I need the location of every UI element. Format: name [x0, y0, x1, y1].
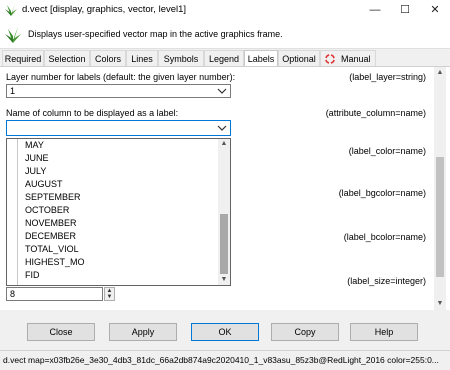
scroll-down-icon[interactable]: ▼ [436, 300, 444, 308]
maximize-button[interactable]: ☐ [390, 0, 420, 20]
label-size-param: (label_size=integer) [347, 276, 426, 286]
button-row: Close Apply OK Copy Help [0, 312, 450, 350]
list-item[interactable]: JUNE [25, 152, 49, 165]
status-bar: d.vect map=x03fb26e_3e30_4db3_81dc_66a2d… [0, 350, 450, 370]
panel-scrollbar[interactable]: ▲ ▼ [434, 67, 446, 310]
grass-leaf-icon [5, 4, 17, 16]
list-item[interactable]: FID [25, 269, 40, 282]
label-layer-label: Layer number for labels (default: the gi… [6, 72, 236, 82]
spin-down-icon[interactable]: ▼ [105, 294, 114, 300]
chevron-down-icon[interactable] [216, 123, 228, 133]
description-banner: Displays user-specified vector map in th… [0, 20, 450, 49]
close-window-button[interactable]: ✕ [420, 0, 450, 20]
list-item[interactable]: MAY [25, 139, 44, 152]
chevron-down-icon[interactable] [216, 86, 228, 96]
help-button[interactable]: Help [350, 323, 418, 341]
label-color-param: (label_color=name) [348, 146, 426, 156]
window-title: d.vect [display, graphics, vector, level… [22, 4, 187, 15]
attribute-column-combo[interactable] [6, 120, 231, 136]
list-item[interactable]: HIGHEST_MO [25, 256, 85, 269]
tab-selection[interactable]: Selection [44, 50, 90, 66]
attribute-column-param: (attribute_column=name) [325, 108, 426, 118]
tab-symbols[interactable]: Symbols [158, 50, 204, 66]
tab-bar: Required Selection Colors Lines Symbols … [0, 50, 450, 67]
list-item[interactable]: NOVEMBER [25, 217, 77, 230]
tab-optional[interactable]: Optional [278, 50, 320, 66]
list-item[interactable]: AUGUST [25, 178, 63, 191]
copy-button[interactable]: Copy [271, 323, 339, 341]
label-bcolor-param: (label_bcolor=name) [343, 232, 426, 242]
dropdown-scroll-thumb[interactable] [220, 214, 228, 274]
module-description: Displays user-specified vector map in th… [28, 29, 283, 39]
list-item[interactable]: TOTAL_VIOL [25, 243, 79, 256]
label-size-value: 8 [10, 289, 16, 299]
scroll-up-icon[interactable]: ▲ [436, 69, 444, 77]
tab-manual[interactable]: Manual [320, 50, 376, 66]
ok-button[interactable]: OK [191, 323, 259, 341]
tab-lines[interactable]: Lines [126, 50, 158, 66]
label-size-input[interactable]: 8 [6, 287, 103, 301]
label-layer-value: 1 [10, 86, 16, 96]
list-item[interactable]: DECEMBER [25, 230, 76, 243]
minimize-button[interactable]: — [360, 0, 390, 20]
panel-scroll-thumb[interactable] [436, 157, 444, 277]
list-item[interactable]: JULY [25, 165, 46, 178]
scroll-down-icon[interactable]: ▼ [220, 276, 228, 284]
label-layer-param: (label_layer=string) [349, 72, 426, 82]
list-item[interactable]: OCTOBER [25, 204, 69, 217]
close-button[interactable]: Close [27, 323, 95, 341]
scroll-up-icon[interactable]: ▲ [220, 140, 228, 148]
list-item[interactable]: SEPTEMBER [25, 191, 81, 204]
dropdown-scrollbar[interactable]: ▲ ▼ [218, 139, 230, 285]
label-bgcolor-param: (label_bgcolor=name) [338, 188, 426, 198]
apply-button[interactable]: Apply [109, 323, 177, 341]
attribute-column-label: Name of column to be displayed as a labe… [6, 108, 179, 118]
tab-required[interactable]: Required [2, 50, 44, 66]
tab-colors[interactable]: Colors [90, 50, 126, 66]
label-size-stepper[interactable]: ▲ ▼ [104, 287, 115, 301]
label-layer-combo[interactable]: 1 [6, 84, 231, 98]
list-tree-line [17, 139, 18, 285]
tab-labels[interactable]: Labels [244, 50, 278, 67]
lifebuoy-icon [325, 54, 335, 64]
tab-legend[interactable]: Legend [204, 50, 244, 66]
title-bar: d.vect [display, graphics, vector, level… [0, 0, 450, 20]
tab-manual-label: Manual [341, 54, 371, 64]
command-preview: d.vect map=x03fb26e_3e30_4db3_81dc_66a2d… [3, 355, 439, 365]
grass-leaf-icon [5, 27, 21, 43]
attribute-column-dropdown-list[interactable]: MAY JUNE JULY AUGUST SEPTEMBER OCTOBER N… [6, 138, 231, 286]
